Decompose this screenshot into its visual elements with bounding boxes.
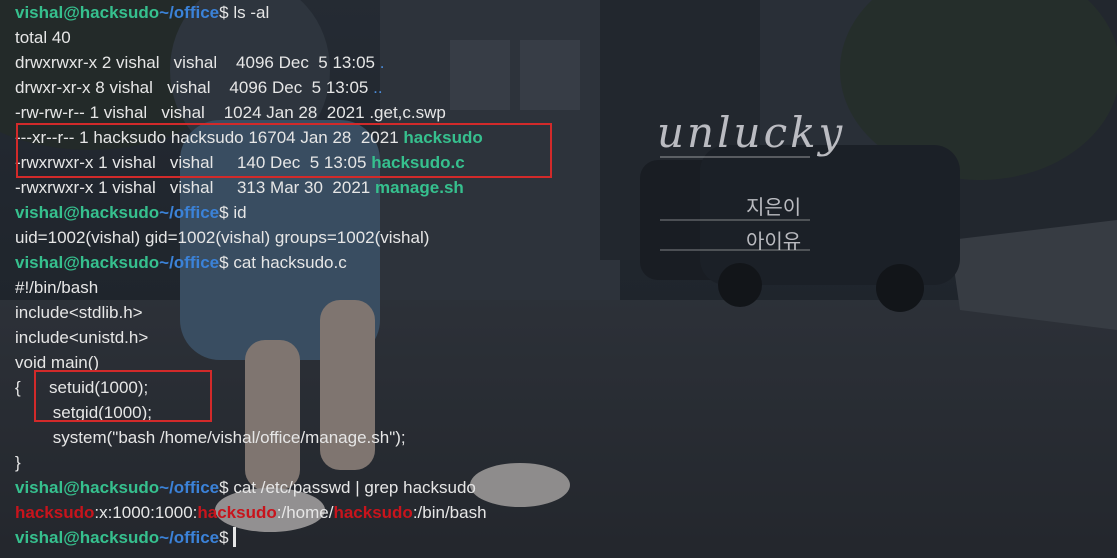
prompt-symbol: $ — [219, 3, 229, 22]
prompt-line: vishal@hacksudo~/office$ cat /etc/passwd… — [15, 475, 487, 500]
ls-entry: -rw-rw-r-- 1 vishal vishal 1024 Jan 28 2… — [15, 100, 487, 125]
prompt-user: vishal@hacksudo — [15, 3, 160, 22]
grep-match: hacksudo — [333, 503, 413, 522]
ls-entry-meta: drwxrwxr-x 2 vishal vishal 4096 Dec 5 13… — [15, 53, 380, 72]
prompt-path: ~/office — [159, 253, 220, 272]
prompt-path: ~/office — [159, 528, 220, 547]
wallpaper-song-title: unlucky — [657, 108, 846, 157]
prompt-line: vishal@hacksudo~/office$ — [15, 525, 487, 550]
ls-entry: drwxrwxr-x 2 vishal vishal 4096 Dec 5 13… — [15, 50, 487, 75]
ls-entry-meta: -rwxrwxr-x 1 vishal vishal 313 Mar 30 20… — [15, 178, 375, 197]
ls-entry-name: .. — [373, 78, 383, 97]
grep-match: hacksudo — [15, 503, 95, 522]
ls-entry-meta: -rw-rw-r-- 1 vishal vishal 1024 Jan 28 2… — [15, 103, 370, 122]
command-text: cat /etc/passwd | grep hacksudo — [228, 478, 476, 497]
command-text: cat hacksudo.c — [228, 253, 347, 272]
prompt-path: ~/office — [159, 203, 220, 222]
prompt-user: vishal@hacksudo — [15, 253, 160, 272]
prompt-symbol: $ — [219, 478, 229, 497]
command-text: ls -al — [228, 3, 270, 22]
passwd-entry: hacksudo:x:1000:1000:hacksudo:/home/hack… — [15, 500, 487, 525]
ls-entry-meta: drwxr-xr-x 8 vishal vishal 4096 Dec 5 13… — [15, 78, 374, 97]
output-line: } — [15, 453, 21, 472]
prompt-user: vishal@hacksudo — [15, 203, 160, 222]
prompt-user: vishal@hacksudo — [15, 478, 160, 497]
prompt-line: vishal@hacksudo~/office$ ls -al — [15, 0, 487, 25]
ls-entry: -rwxrwxr-x 1 vishal vishal 313 Mar 30 20… — [15, 175, 487, 200]
grep-match: hacksudo — [197, 503, 277, 522]
prompt-symbol: $ — [219, 528, 229, 547]
text-cursor — [232, 527, 236, 547]
prompt-line: vishal@hacksudo~/office$ cat hacksudo.c — [15, 250, 487, 275]
output-line: include<stdlib.h> — [15, 303, 143, 322]
highlight-box-files — [16, 123, 552, 178]
ls-entry-name: manage.sh — [374, 178, 464, 197]
prompt-symbol: $ — [219, 203, 229, 222]
wallpaper-artist-line2: 아이유 — [746, 229, 802, 253]
prompt-symbol: $ — [219, 253, 229, 272]
prompt-user: vishal@hacksudo — [15, 528, 160, 547]
output-line: uid=1002(vishal) gid=1002(vishal) groups… — [15, 228, 430, 247]
prompt-line: vishal@hacksudo~/office$ id — [15, 200, 487, 225]
output-line: #!/bin/bash — [15, 278, 99, 297]
prompt-path: ~/office — [159, 478, 220, 497]
highlight-box-setuid — [34, 370, 212, 422]
passwd-field: :x:1000:1000: — [94, 503, 198, 522]
prompt-path: ~/office — [159, 3, 220, 22]
ls-entry-name: . — [379, 53, 385, 72]
passwd-field: :/home/ — [276, 503, 334, 522]
wallpaper-artist-line1: 지은이 — [746, 195, 802, 219]
command-text: id — [228, 203, 247, 222]
terminal-output[interactable]: vishal@hacksudo~/office$ ls -al total 40 d… — [15, 0, 487, 550]
ls-entry: drwxr-xr-x 8 vishal vishal 4096 Dec 5 13… — [15, 75, 487, 100]
output-line: include<unistd.h> — [15, 328, 149, 347]
output-line: system("bash /home/vishal/office/manage.… — [15, 428, 406, 447]
output-line: total 40 — [15, 28, 71, 47]
ls-entry-name: .get,c.swp — [369, 103, 446, 122]
passwd-field: :/bin/bash — [412, 503, 487, 522]
